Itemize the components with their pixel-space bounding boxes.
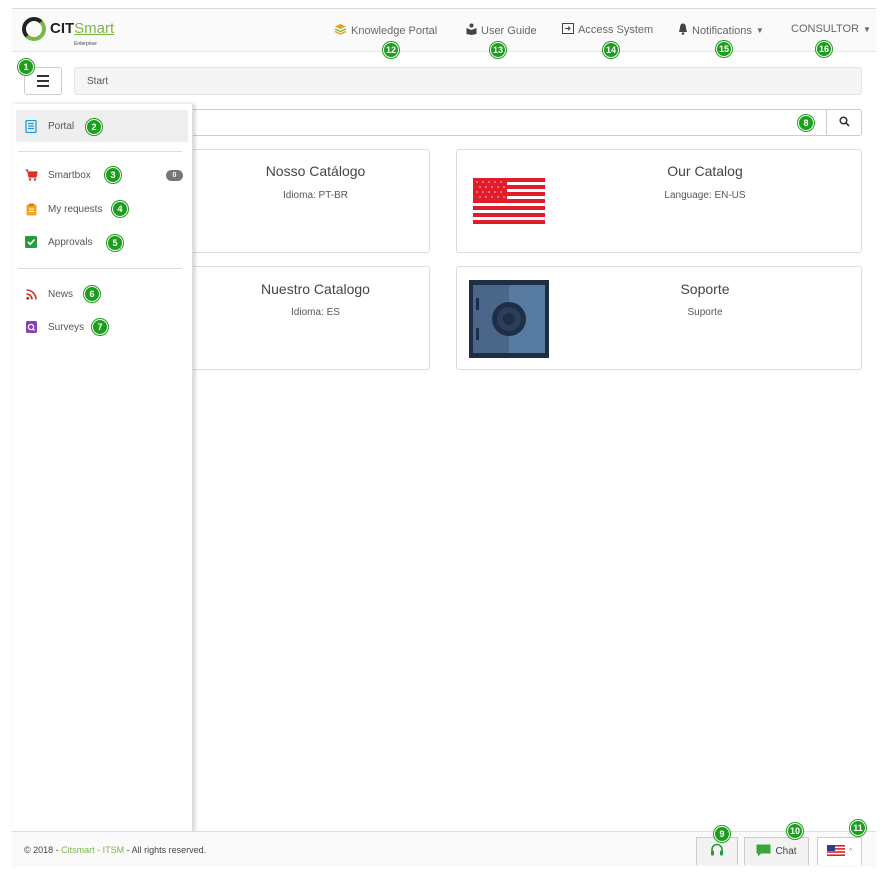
annotation-badge: 14 bbox=[603, 42, 619, 58]
annotation-badge: 11 bbox=[850, 820, 866, 836]
logo-text: CITSmart bbox=[50, 20, 115, 37]
catalog-title: Soporte bbox=[680, 281, 730, 297]
annotation-badge: 10 bbox=[787, 823, 803, 839]
annotation-badge: 4 bbox=[112, 201, 128, 217]
user-guide-link[interactable]: User Guide bbox=[466, 23, 537, 38]
stack-icon bbox=[334, 23, 347, 38]
annotation-badge: 15 bbox=[716, 41, 732, 57]
cart-icon bbox=[24, 168, 38, 182]
rss-icon bbox=[24, 287, 38, 301]
citsmart-logo[interactable]: CITSmart Enterprise bbox=[22, 17, 115, 47]
support-button[interactable] bbox=[696, 837, 738, 865]
headset-icon bbox=[710, 843, 724, 860]
reading-user-icon bbox=[466, 23, 477, 38]
catalog-card-en-us[interactable]: Our Catalog Language: EN-US bbox=[456, 149, 862, 253]
chevron-up-icon: ^ bbox=[848, 848, 853, 855]
notifications-label: Notifications bbox=[692, 24, 752, 37]
sidebar-item-label: Approvals bbox=[48, 236, 93, 248]
catalog-card-soporte[interactable]: Soporte Suporte bbox=[456, 266, 862, 370]
annotation-badge: 6 bbox=[84, 286, 100, 302]
annotation-badge: 9 bbox=[714, 826, 730, 842]
divider bbox=[18, 268, 182, 269]
sidebar-item-label: Smartbox bbox=[48, 169, 91, 181]
sidebar-item-news[interactable]: News bbox=[16, 278, 188, 310]
search-input[interactable] bbox=[190, 109, 827, 136]
annotation-badge: 13 bbox=[490, 42, 506, 58]
sidebar-item-approvals[interactable]: Approvals bbox=[16, 226, 188, 258]
chevron-down-icon: ▼ bbox=[755, 26, 764, 35]
sidebar-item-my-requests[interactable]: My requests bbox=[16, 193, 188, 225]
notifications-dropdown[interactable]: Notifications ▼ bbox=[678, 23, 764, 38]
annotation-badge: 2 bbox=[86, 119, 102, 135]
access-system-label: Access System bbox=[578, 24, 654, 36]
annotation-badge: 16 bbox=[816, 41, 832, 57]
sign-in-icon bbox=[562, 23, 574, 37]
clipboard-icon bbox=[24, 202, 38, 216]
check-square-icon bbox=[24, 235, 38, 249]
sidebar-item-label: Portal bbox=[48, 120, 75, 132]
annotation-badge: 1 bbox=[18, 59, 34, 75]
sidebar-item-portal[interactable]: Portal bbox=[16, 110, 188, 142]
user-menu-label: CONSULTOR bbox=[791, 23, 860, 35]
search-button[interactable] bbox=[826, 109, 862, 136]
annotation-badge: 12 bbox=[383, 42, 399, 58]
sidebar-item-smartbox[interactable]: Smartbox 0 bbox=[16, 159, 188, 191]
hamburger-icon bbox=[37, 75, 49, 77]
logo-tagline: Enterprise bbox=[74, 41, 97, 47]
smartbox-count-badge: 0 bbox=[166, 169, 183, 181]
chat-label: Chat bbox=[775, 846, 797, 857]
knowledge-portal-link[interactable]: Knowledge Portal bbox=[334, 23, 437, 38]
us-flag-image bbox=[473, 178, 545, 229]
bell-icon bbox=[678, 23, 688, 38]
breadcrumb: Start bbox=[74, 67, 862, 95]
sidebar-item-label: Surveys bbox=[48, 321, 85, 333]
copyright-text: © 2018 - Citsmart - ITSM - All rights re… bbox=[24, 845, 207, 855]
top-navbar: CITSmart Enterprise Knowledge Portal Use… bbox=[12, 8, 876, 52]
breadcrumb-current[interactable]: Start bbox=[87, 76, 108, 87]
catalog-subtitle: Suporte bbox=[687, 307, 723, 318]
sidebar-item-label: News bbox=[48, 288, 74, 300]
us-flag-icon bbox=[826, 844, 845, 859]
survey-icon bbox=[24, 320, 38, 334]
user-guide-label: User Guide bbox=[481, 24, 537, 37]
logo-icon bbox=[22, 17, 46, 41]
user-menu-dropdown[interactable]: CONSULTOR ▼ bbox=[791, 23, 871, 35]
annotation-badge: 5 bbox=[107, 235, 123, 251]
chat-bubble-icon bbox=[756, 844, 771, 860]
sidebar-menu: Portal Smartbox 0 My requests Approvals … bbox=[12, 104, 193, 832]
language-selector[interactable]: ^ bbox=[817, 837, 862, 865]
sidebar-item-label: My requests bbox=[48, 203, 103, 215]
catalog-title: Our Catalog bbox=[667, 163, 743, 179]
catalog-subtitle: Language: EN-US bbox=[664, 190, 746, 201]
annotation-badge: 8 bbox=[798, 115, 814, 131]
company-link[interactable]: Citsmart - ITSM bbox=[61, 845, 124, 855]
search-icon bbox=[838, 115, 850, 130]
annotation-badge: 7 bbox=[92, 319, 108, 335]
book-icon bbox=[24, 119, 38, 133]
chat-button[interactable]: Chat bbox=[744, 837, 809, 865]
annotation-badge: 3 bbox=[105, 167, 121, 183]
knowledge-portal-label: Knowledge Portal bbox=[351, 24, 438, 37]
access-system-link[interactable]: Access System bbox=[562, 23, 653, 37]
chevron-down-icon: ▼ bbox=[863, 24, 871, 34]
divider bbox=[18, 151, 182, 152]
